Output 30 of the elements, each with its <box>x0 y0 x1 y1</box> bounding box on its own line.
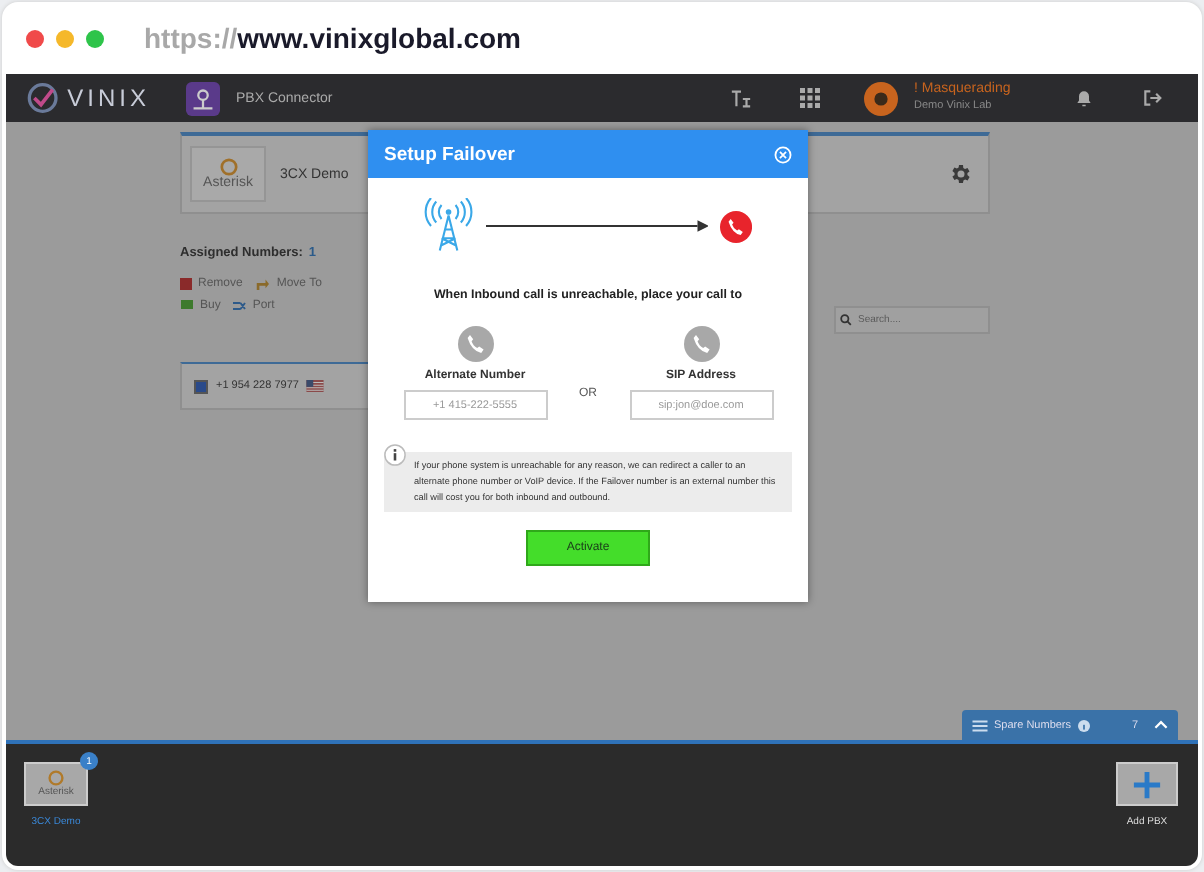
apps-grid-icon[interactable] <box>800 88 820 108</box>
plus-icon <box>1132 769 1162 799</box>
logo-icon <box>26 80 60 116</box>
remove-icon <box>180 277 192 289</box>
shuffle-icon <box>232 300 247 312</box>
caret-icon[interactable] <box>1154 720 1168 730</box>
url-scheme: https:// <box>144 22 238 54</box>
add-pbx-button[interactable] <box>1116 762 1178 806</box>
phone-icon <box>457 326 493 362</box>
phone-call-icon <box>719 209 752 243</box>
info-icon[interactable] <box>1077 719 1090 731</box>
logo-text: VINIX <box>67 84 150 112</box>
move-arrow-icon <box>254 276 271 290</box>
window-maximize-dot[interactable] <box>86 29 104 47</box>
info-icon <box>384 444 406 466</box>
logo-icon <box>48 770 64 786</box>
list-icon <box>972 719 988 731</box>
window-minimize-dot[interactable] <box>56 29 74 47</box>
bell-icon[interactable] <box>1074 88 1094 108</box>
close-icon[interactable] <box>774 145 792 163</box>
antenna-icon <box>424 198 474 254</box>
url-host: www.vinixglobal.com <box>237 22 521 54</box>
window-close-dot[interactable] <box>26 29 44 47</box>
pbx-icon <box>186 81 220 115</box>
phone-icon <box>683 326 719 362</box>
number-checkbox[interactable] <box>194 379 208 393</box>
dialog-title: Setup Failover <box>384 143 515 165</box>
logout-icon[interactable] <box>1142 88 1162 108</box>
settings-icon[interactable] <box>948 162 972 186</box>
avatar-icon[interactable] <box>864 81 898 115</box>
